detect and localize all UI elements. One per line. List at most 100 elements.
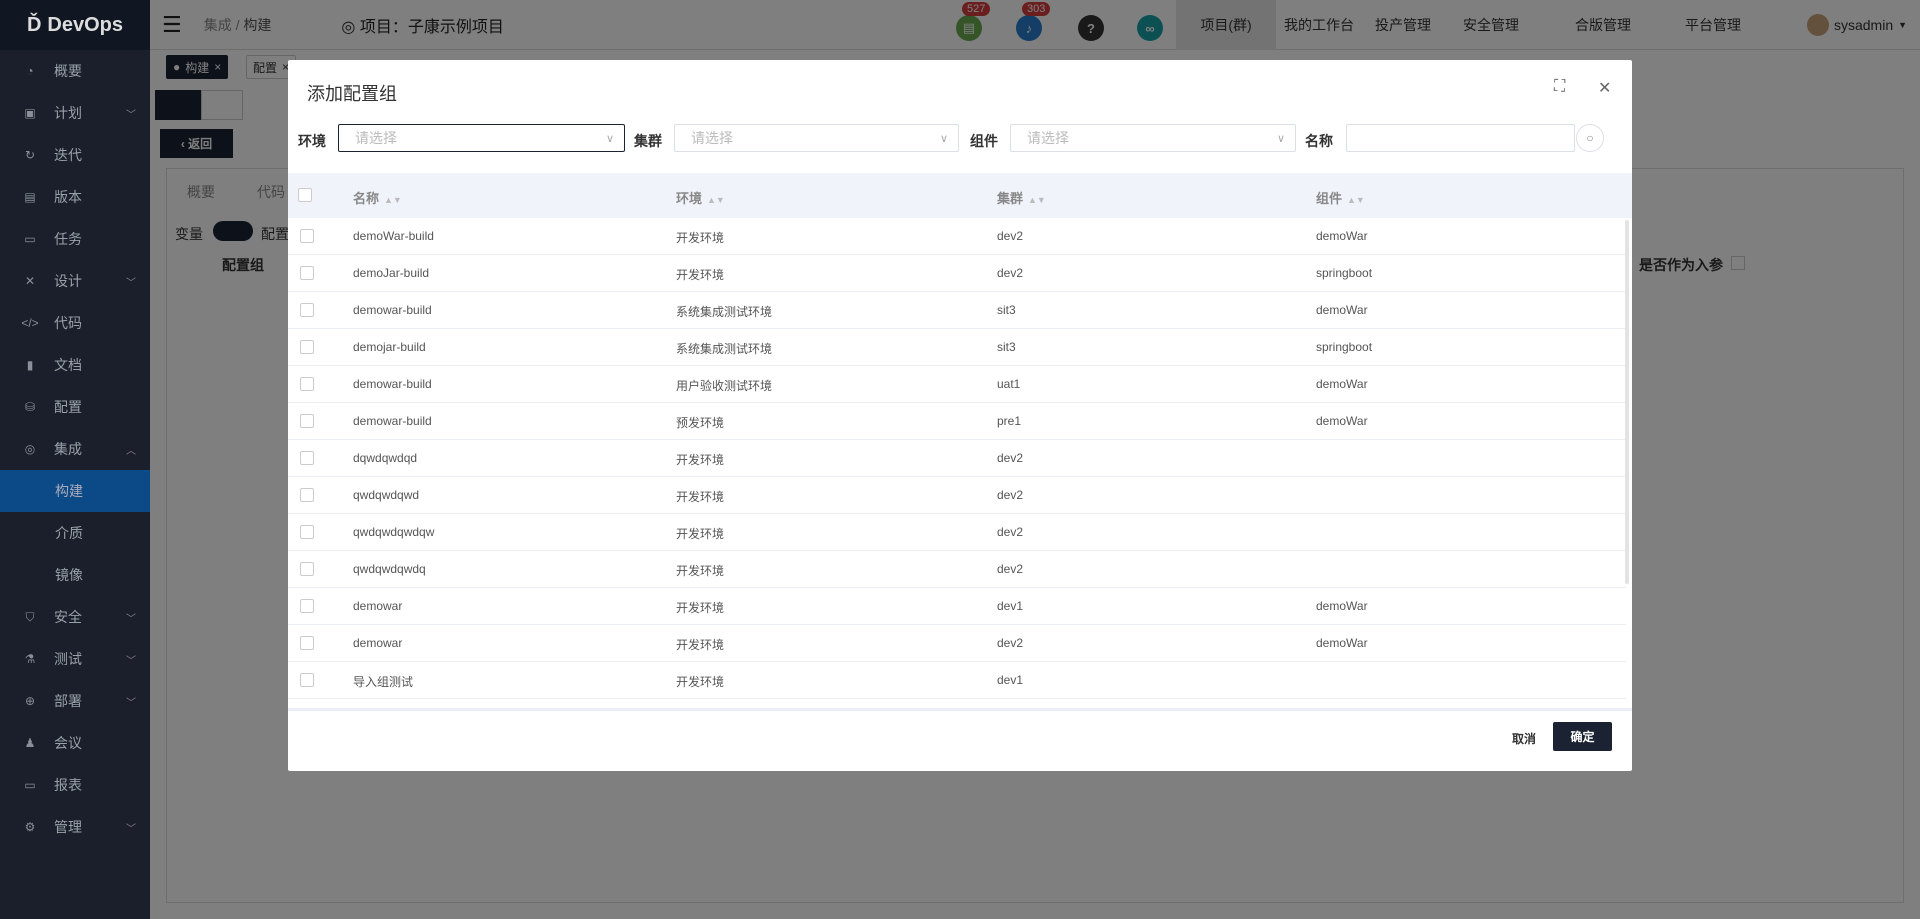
sidebar-item-label: 版本 <box>54 189 82 205</box>
sidebar-item-label: 配置 <box>54 399 82 415</box>
table-row[interactable]: demojar-build 系统集成测试环境 sit3 springboot <box>288 329 1626 366</box>
env-cell: 开发环境 <box>676 638 725 652</box>
sidebar-item-label: 会议 <box>54 735 82 751</box>
sidebar-item-label: 部署 <box>54 693 82 709</box>
search-icon[interactable]: ○ <box>1576 124 1604 152</box>
version-icon: ▤ <box>24 190 36 204</box>
column-env[interactable]: 环境 ▲▼ <box>676 188 725 207</box>
component-cell: demoWar <box>1316 414 1368 428</box>
table-row[interactable]: demowar-build 系统集成测试环境 sit3 demoWar <box>288 292 1626 329</box>
chevron-down-icon[interactable]: ﹀ <box>126 652 136 667</box>
chevron-down-icon[interactable]: ﹀ <box>126 820 136 835</box>
table-row[interactable]: demowar 开发环境 dev1 demoWar <box>288 588 1626 625</box>
confirm-button[interactable]: 确定 <box>1553 722 1612 751</box>
component-cell: demoWar <box>1316 599 1368 613</box>
design-icon: ✕ <box>24 274 36 288</box>
row-checkbox[interactable] <box>300 340 314 354</box>
sidebar-item[interactable]: ⛉ 安全 ﹀ <box>0 596 150 638</box>
row-checkbox[interactable] <box>300 451 314 465</box>
placeholder: 请选择 <box>355 130 397 146</box>
sidebar-item[interactable]: ▭ 任务 <box>0 218 150 260</box>
table-row[interactable]: qwdqwdqwdq 开发环境 dev2 <box>288 551 1626 588</box>
cancel-button[interactable]: 取消 <box>1512 730 1536 747</box>
sidebar-item-label: 代码 <box>54 315 82 331</box>
sidebar-item[interactable]: ♟ 会议 <box>0 722 150 764</box>
chevron-down-icon: ∨ <box>939 132 948 145</box>
sidebar-item[interactable]: ⊕ 部署 ﹀ <box>0 680 150 722</box>
chevron-down-icon[interactable]: ﹀ <box>126 274 136 289</box>
sidebar-item[interactable]: ⚗ 测试 ﹀ <box>0 638 150 680</box>
component-cell: demoWar <box>1316 303 1368 317</box>
row-checkbox[interactable] <box>300 377 314 391</box>
fullscreen-icon[interactable]: ⛶ <box>1554 78 1565 96</box>
component-cell: springboot <box>1316 340 1373 354</box>
table-row[interactable]: 导入组测试 开发环境 dev1 <box>288 662 1626 699</box>
table-row[interactable]: demoJar-build 开发环境 dev2 springboot <box>288 255 1626 292</box>
column-label: 集群 <box>997 191 1024 206</box>
row-checkbox[interactable] <box>300 229 314 243</box>
config-icon: ⛁ <box>24 400 36 414</box>
logo[interactable]: Ď DevOps <box>0 0 150 50</box>
table-row[interactable]: demoWar-build 开发环境 dev2 demoWar <box>288 218 1626 255</box>
name-cell: qwdqwdqwd <box>353 488 420 502</box>
chevron-down-icon[interactable]: ﹀ <box>126 694 136 709</box>
table-row[interactable]: demowar-build 预发环境 pre1 demoWar <box>288 403 1626 440</box>
cluster-cell: dev2 <box>997 525 1024 539</box>
cluster-cell: dev2 <box>997 229 1024 243</box>
table-row[interactable]: dqwdqwdqd 开发环境 dev2 <box>288 440 1626 477</box>
table-scrollbar[interactable] <box>1625 220 1629 584</box>
cluster-cell: pre1 <box>997 414 1022 428</box>
sidebar-item[interactable]: ◔ 概要 <box>0 50 150 92</box>
chevron-up-icon[interactable]: ︿ <box>126 442 136 457</box>
sidebar-item[interactable]: ✕ 设计 ﹀ <box>0 260 150 302</box>
name-cell: demoWar-build <box>353 229 434 243</box>
row-checkbox[interactable] <box>300 488 314 502</box>
column-component[interactable]: 组件 ▲▼ <box>1316 188 1365 207</box>
sidebar-item[interactable]: 镜像 <box>0 554 150 596</box>
name-cell: demowar-build <box>353 303 432 317</box>
document-icon: ▮ <box>26 358 34 372</box>
close-icon[interactable]: ✕ <box>1598 78 1611 98</box>
sidebar: Ď DevOps ◔ 概要 ▣ 计划 ﹀ ↻ 迭代 ▤ 版本 ▭ 任务 ✕ 设计 ﹀ </> 代码 ▮ 文档 ⛁ 配置 ◎… <box>0 0 150 919</box>
table-row[interactable]: qwdqwdqwdqw 开发环境 dev2 <box>288 514 1626 551</box>
row-checkbox[interactable] <box>300 303 314 317</box>
row-checkbox[interactable] <box>300 673 314 687</box>
logo-text: DevOps <box>47 13 124 36</box>
row-checkbox[interactable] <box>300 562 314 576</box>
sidebar-item[interactable]: ⚙ 管理 ﹀ <box>0 806 150 848</box>
sidebar-item[interactable]: 构建 <box>0 470 150 512</box>
env-cell: 开发环境 <box>676 490 725 504</box>
row-checkbox[interactable] <box>300 525 314 539</box>
sidebar-item[interactable]: ↻ 迭代 <box>0 134 150 176</box>
table-row[interactable]: demowar 开发环境 dev2 demoWar <box>288 625 1626 662</box>
sidebar-item-label: 构建 <box>55 483 83 499</box>
dialog-footer-divider <box>288 708 1632 711</box>
table-row[interactable]: qwdqwdqwd 开发环境 dev2 <box>288 477 1626 514</box>
row-checkbox[interactable] <box>300 266 314 280</box>
chevron-down-icon[interactable]: ﹀ <box>126 610 136 625</box>
cluster-cell: dev1 <box>997 673 1024 687</box>
table-row[interactable]: demowar-build 用户验收测试环境 uat1 demoWar <box>288 366 1626 403</box>
sidebar-item[interactable]: ▭ 报表 <box>0 764 150 806</box>
sidebar-item[interactable]: ▣ 计划 ﹀ <box>0 92 150 134</box>
component-select[interactable]: 请选择 ∨ <box>1010 124 1296 152</box>
select-all-checkbox[interactable] <box>298 188 312 202</box>
column-name[interactable]: 名称 ▲▼ <box>353 188 402 207</box>
sidebar-item[interactable]: ◎ 集成 ︿ <box>0 428 150 470</box>
row-checkbox[interactable] <box>300 599 314 613</box>
row-checkbox[interactable] <box>300 636 314 650</box>
component-cell: demoWar <box>1316 229 1368 243</box>
table-row[interactable] <box>288 699 1626 706</box>
cluster-cell: dev2 <box>997 266 1024 280</box>
sidebar-item[interactable]: ▤ 版本 <box>0 176 150 218</box>
sidebar-item[interactable]: </> 代码 <box>0 302 150 344</box>
column-cluster[interactable]: 集群 ▲▼ <box>997 188 1046 207</box>
sidebar-item[interactable]: ▮ 文档 <box>0 344 150 386</box>
sidebar-item[interactable]: 介质 <box>0 512 150 554</box>
name-input[interactable] <box>1346 124 1575 152</box>
row-checkbox[interactable] <box>300 414 314 428</box>
chevron-down-icon[interactable]: ﹀ <box>126 106 136 121</box>
env-select[interactable]: 请选择 ∨ <box>338 124 625 152</box>
cluster-select[interactable]: 请选择 ∨ <box>674 124 959 152</box>
sidebar-item[interactable]: ⛁ 配置 <box>0 386 150 428</box>
